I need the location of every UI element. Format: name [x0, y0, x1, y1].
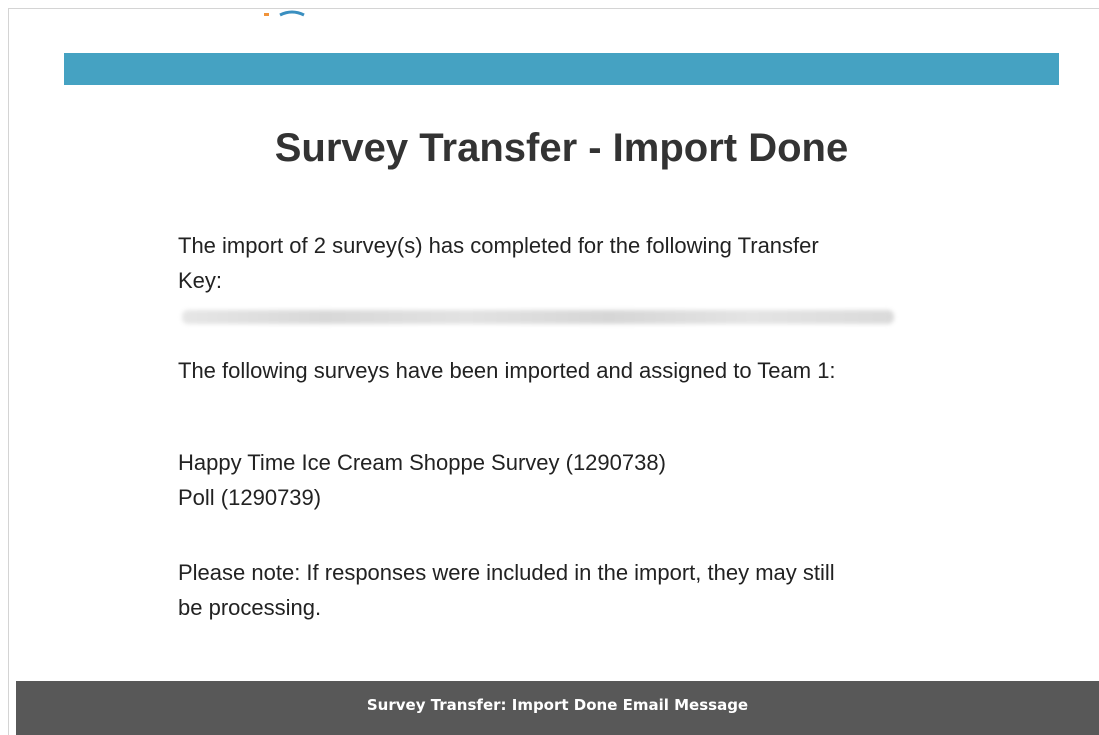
- transfer-key-label: Key:: [178, 268, 223, 293]
- survey-list-item: Poll (1290739): [178, 485, 322, 510]
- survey-list-item: Happy Time Ice Cream Shoppe Survey (1290…: [178, 450, 666, 475]
- intro-paragraph: The import of 2 survey(s) has completed …: [178, 228, 938, 333]
- email-title: Survey Transfer - Import Done: [274, 126, 849, 170]
- note-paragraph: Please note: If responses were included …: [178, 555, 938, 625]
- email-body: The import of 2 survey(s) has completed …: [178, 228, 938, 620]
- caption-text: Survey Transfer: Import Done Email Messa…: [366, 696, 749, 714]
- assigned-paragraph: The following surveys have been imported…: [178, 358, 836, 383]
- note-line-1: Please note: If responses were included …: [178, 560, 835, 585]
- logo-icon: [264, 10, 305, 17]
- transfer-key-redacted: [182, 310, 894, 325]
- email-header-bar: [64, 53, 1059, 85]
- caption-bar: Survey Transfer: Import Done Email Messa…: [16, 681, 1099, 735]
- survey-list: Happy Time Ice Cream Shoppe Survey (1290…: [178, 445, 666, 515]
- note-line-2: be processing.: [178, 595, 322, 620]
- intro-text: The import of 2 survey(s) has completed …: [178, 233, 819, 258]
